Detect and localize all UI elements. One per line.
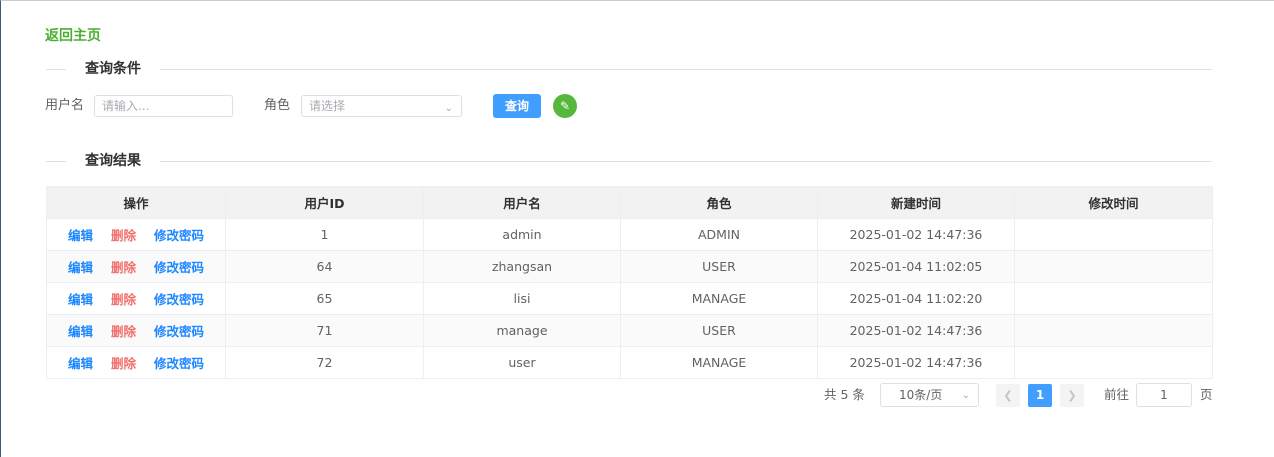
chevron-left-icon: ❮ [1003,389,1013,402]
cell-modified-time [1014,250,1213,283]
cell-modified-time [1014,218,1213,251]
delete-link[interactable]: 删除 [111,353,136,372]
page-size-select[interactable]: 10条/页 ⌄ [880,383,979,407]
header-modified-time: 修改时间 [1014,186,1213,219]
change-password-link[interactable]: 修改密码 [154,321,204,340]
cell-user-id: 71 [225,314,424,347]
cell-created-time: 2025-01-02 14:47:36 [817,218,1015,251]
cell-username: lisi [423,282,621,315]
row-actions: 编辑 删除 修改密码 [46,218,226,251]
page-unit-label: 页 [1200,387,1213,402]
pagination-total: 共 5 条 [824,387,865,402]
user-table: 操作 用户ID 用户名 角色 新建时间 修改时间 编辑 删除 修改密码 1 ad… [46,186,1213,379]
page-number-current[interactable]: 1 [1028,384,1052,407]
table-row: 编辑 删除 修改密码 1 admin ADMIN 2025-01-02 14:4… [46,218,1213,251]
back-home-link[interactable]: 返回主页 [45,25,101,45]
cell-user-id: 1 [225,218,424,251]
cell-user-id: 64 [225,250,424,283]
table-row: 编辑 删除 修改密码 71 manage USER 2025-01-02 14:… [46,314,1213,347]
role-select-placeholder: 请选择 [309,99,346,113]
delete-link[interactable]: 删除 [111,321,136,340]
cell-modified-time [1014,314,1213,347]
row-actions: 编辑 删除 修改密码 [46,314,226,347]
change-password-link[interactable]: 修改密码 [154,289,204,308]
edit-icon: ✎ [559,99,571,113]
cell-modified-time [1014,282,1213,315]
username-label: 用户名 [45,98,85,113]
edit-link[interactable]: 编辑 [68,257,93,276]
cell-created-time: 2025-01-02 14:47:36 [817,346,1015,379]
query-button[interactable]: 查询 [493,94,541,118]
cell-username: manage [423,314,621,347]
header-actions: 操作 [46,186,226,219]
role-label: 角色 [264,98,291,113]
table-row: 编辑 删除 修改密码 65 lisi MANAGE 2025-01-04 11:… [46,282,1213,315]
delete-link[interactable]: 删除 [111,257,136,276]
query-results-title: 查询结果 [66,151,160,171]
table-row: 编辑 删除 修改密码 72 user MANAGE 2025-01-02 14:… [46,346,1213,379]
cell-role: ADMIN [620,218,818,251]
cell-created-time: 2025-01-02 14:47:36 [817,314,1015,347]
header-user-id: 用户ID [225,186,424,219]
change-password-link[interactable]: 修改密码 [154,257,204,276]
cell-user-id: 72 [225,346,424,379]
cell-role: USER [620,314,818,347]
change-password-link[interactable]: 修改密码 [154,353,204,372]
query-conditions-divider: 查询条件 [46,59,1212,79]
cell-modified-time [1014,346,1213,379]
cell-role: MANAGE [620,282,818,315]
cell-created-time: 2025-01-04 11:02:20 [817,282,1015,315]
chevron-right-icon: ❯ [1067,389,1077,402]
page-size-value: 10条/页 [899,388,943,402]
delete-link[interactable]: 删除 [111,289,136,308]
username-input[interactable]: 请输入... [94,95,233,117]
chevron-down-icon: ⌄ [444,103,453,114]
cell-role: USER [620,250,818,283]
prev-page-button[interactable]: ❮ [996,384,1020,407]
table-header-row: 操作 用户ID 用户名 角色 新建时间 修改时间 [46,186,1213,219]
goto-label: 前往 [1104,387,1130,402]
role-select[interactable]: 请选择 ⌄ [301,95,462,117]
row-actions: 编辑 删除 修改密码 [46,250,226,283]
edit-link[interactable]: 编辑 [68,353,93,372]
query-results-divider: 查询结果 [46,151,1212,171]
table-row: 编辑 删除 修改密码 64 zhangsan USER 2025-01-04 1… [46,250,1213,283]
header-role: 角色 [620,186,818,219]
edit-link[interactable]: 编辑 [68,321,93,340]
edit-link[interactable]: 编辑 [68,225,93,244]
cell-role: MANAGE [620,346,818,379]
edit-link[interactable]: 编辑 [68,289,93,308]
change-password-link[interactable]: 修改密码 [154,225,204,244]
add-edit-button[interactable]: ✎ [553,94,577,118]
cell-username: admin [423,218,621,251]
row-actions: 编辑 删除 修改密码 [46,346,226,379]
goto-page-input[interactable]: 1 [1136,383,1192,407]
header-created-time: 新建时间 [817,186,1015,219]
header-username: 用户名 [423,186,621,219]
row-actions: 编辑 删除 修改密码 [46,282,226,315]
cell-user-id: 65 [225,282,424,315]
next-page-button[interactable]: ❯ [1060,384,1084,407]
cell-created-time: 2025-01-04 11:02:05 [817,250,1015,283]
cell-username: user [423,346,621,379]
chevron-down-icon: ⌄ [961,390,970,401]
query-conditions-title: 查询条件 [66,59,160,79]
delete-link[interactable]: 删除 [111,225,136,244]
cell-username: zhangsan [423,250,621,283]
